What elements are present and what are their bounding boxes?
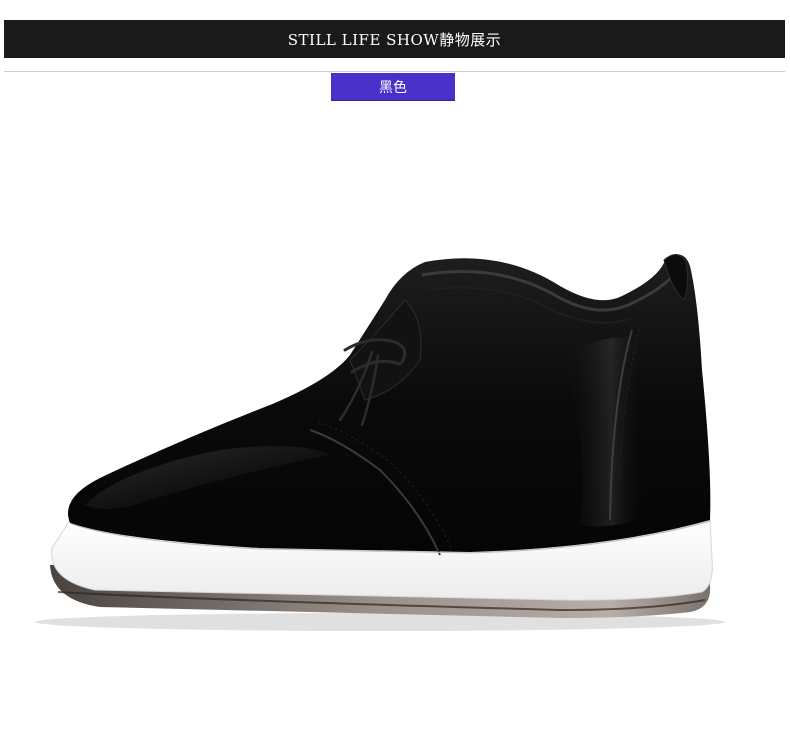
page-title: STILL LIFE SHOW静物展示 <box>287 30 502 49</box>
product-photo <box>35 254 725 631</box>
color-tag: 黑色 <box>331 73 455 100</box>
header-bar: STILL LIFE SHOW静物展示 <box>4 20 785 58</box>
color-tag-label: 黑色 <box>379 79 407 96</box>
divider <box>4 71 785 72</box>
